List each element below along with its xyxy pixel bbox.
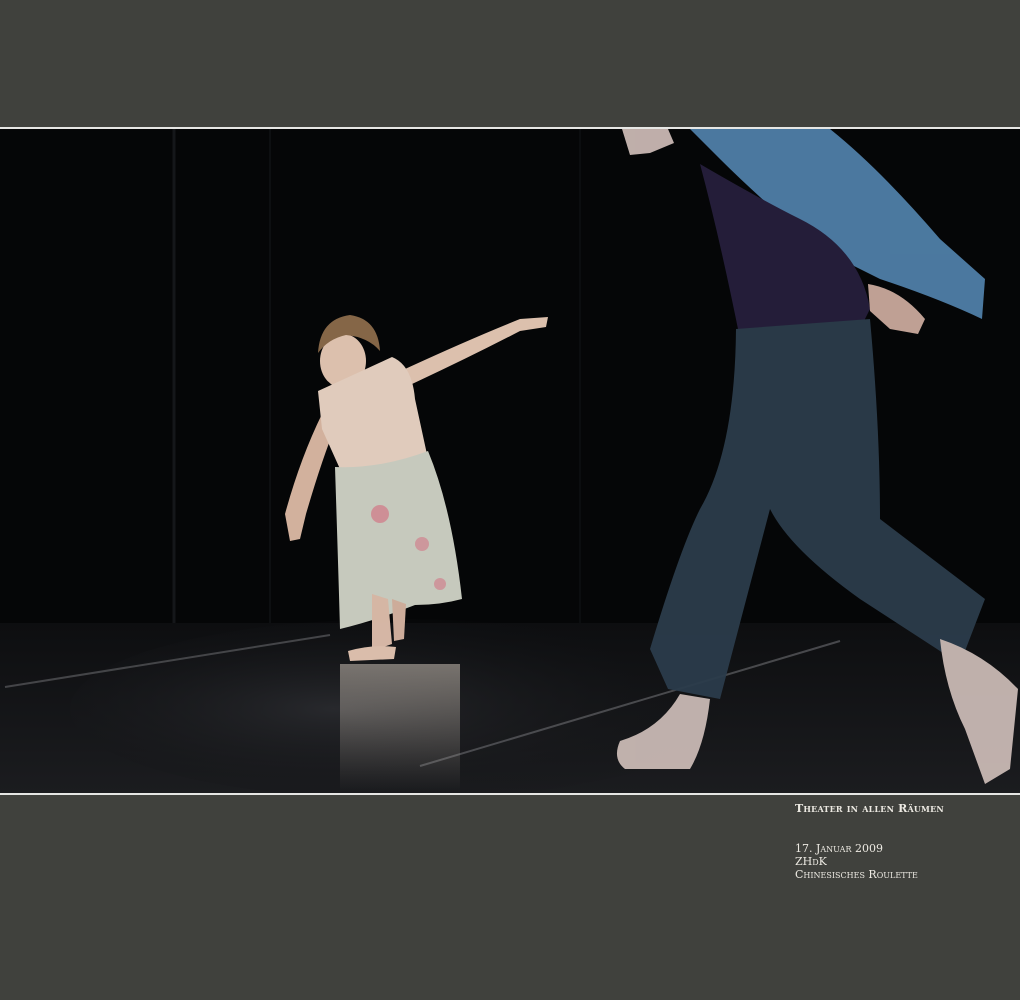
caption-production: Chinesisches Roulette [795,868,918,881]
caption-date: 17. Januar 2009 [795,842,883,855]
caption-venue: ZHdK [795,855,827,868]
caption: Theater in allen Räumen 17. Januar 2009 … [795,802,944,881]
caption-title: Theater in allen Räumen [795,802,944,815]
caption-details: 17. Januar 2009 ZHdK Chinesisches Roulet… [795,842,944,881]
performance-photo [0,127,1020,795]
